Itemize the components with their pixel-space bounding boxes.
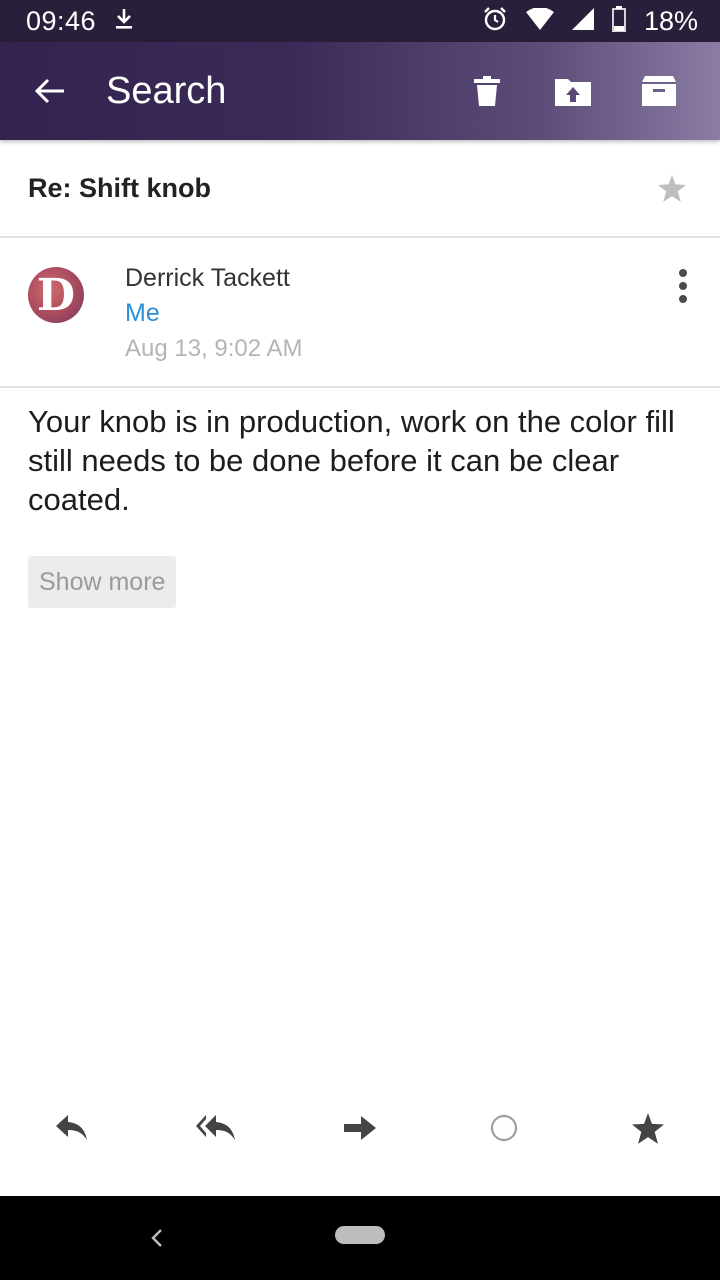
alarm-icon — [482, 6, 508, 37]
message-date: Aug 13, 9:02 AM — [125, 335, 303, 362]
header-actions — [444, 42, 720, 140]
sender-row: D Derrick Tackett Me Aug 13, 9:02 AM — [0, 238, 720, 388]
move-folder-icon — [555, 79, 591, 106]
nav-back-button[interactable] — [140, 1218, 172, 1258]
status-left: 09:46 — [26, 6, 134, 37]
app-header: Search — [0, 42, 720, 140]
status-time: 09:46 — [26, 5, 97, 36]
sender-name[interactable]: Derrick Tackett — [125, 264, 290, 293]
reply-button[interactable] — [28, 1090, 116, 1166]
arrow-left-icon — [34, 78, 64, 104]
nav-home-button[interactable] — [335, 1226, 385, 1244]
star-icon — [632, 1112, 664, 1144]
download-icon — [114, 7, 134, 36]
reply-icon — [56, 1115, 87, 1140]
more-vert-icon — [679, 269, 687, 277]
recipient-link[interactable]: Me — [125, 299, 160, 328]
chevron-left-icon — [151, 1229, 162, 1247]
wifi-icon — [525, 6, 554, 35]
bottom-action-bar — [0, 1090, 720, 1166]
delete-icon — [474, 76, 500, 106]
delete-button[interactable] — [444, 42, 530, 140]
message-body: Your knob is in production, work on the … — [28, 404, 675, 517]
move-button[interactable] — [530, 42, 616, 140]
reply-all-button[interactable] — [172, 1090, 260, 1166]
avatar-letter: D — [36, 270, 76, 321]
mark-unread-icon — [490, 1114, 518, 1142]
subject-row: Re: Shift knob — [0, 140, 720, 238]
status-right: 18% — [482, 5, 698, 37]
system-nav-bar — [0, 1196, 720, 1280]
back-button[interactable] — [0, 42, 100, 140]
mark-unread-button[interactable] — [460, 1090, 548, 1166]
show-more-button[interactable]: Show more — [28, 556, 177, 608]
reply-all-icon — [196, 1115, 235, 1140]
star-outline-icon — [658, 174, 686, 202]
avatar[interactable]: D — [28, 267, 84, 323]
more-options-button[interactable] — [668, 266, 698, 306]
archive-icon — [642, 76, 676, 106]
status-bar: 09:46 18% — [0, 0, 720, 42]
star-action-button[interactable] — [604, 1090, 692, 1166]
forward-button[interactable] — [316, 1090, 404, 1166]
signal-icon — [571, 7, 594, 35]
page-title: Search — [106, 69, 227, 112]
archive-button[interactable] — [616, 42, 702, 140]
star-button[interactable] — [652, 168, 692, 208]
message-subject: Re: Shift knob — [28, 172, 211, 203]
battery-percent: 18% — [643, 5, 698, 36]
battery-icon — [612, 5, 626, 37]
forward-icon — [344, 1116, 376, 1140]
